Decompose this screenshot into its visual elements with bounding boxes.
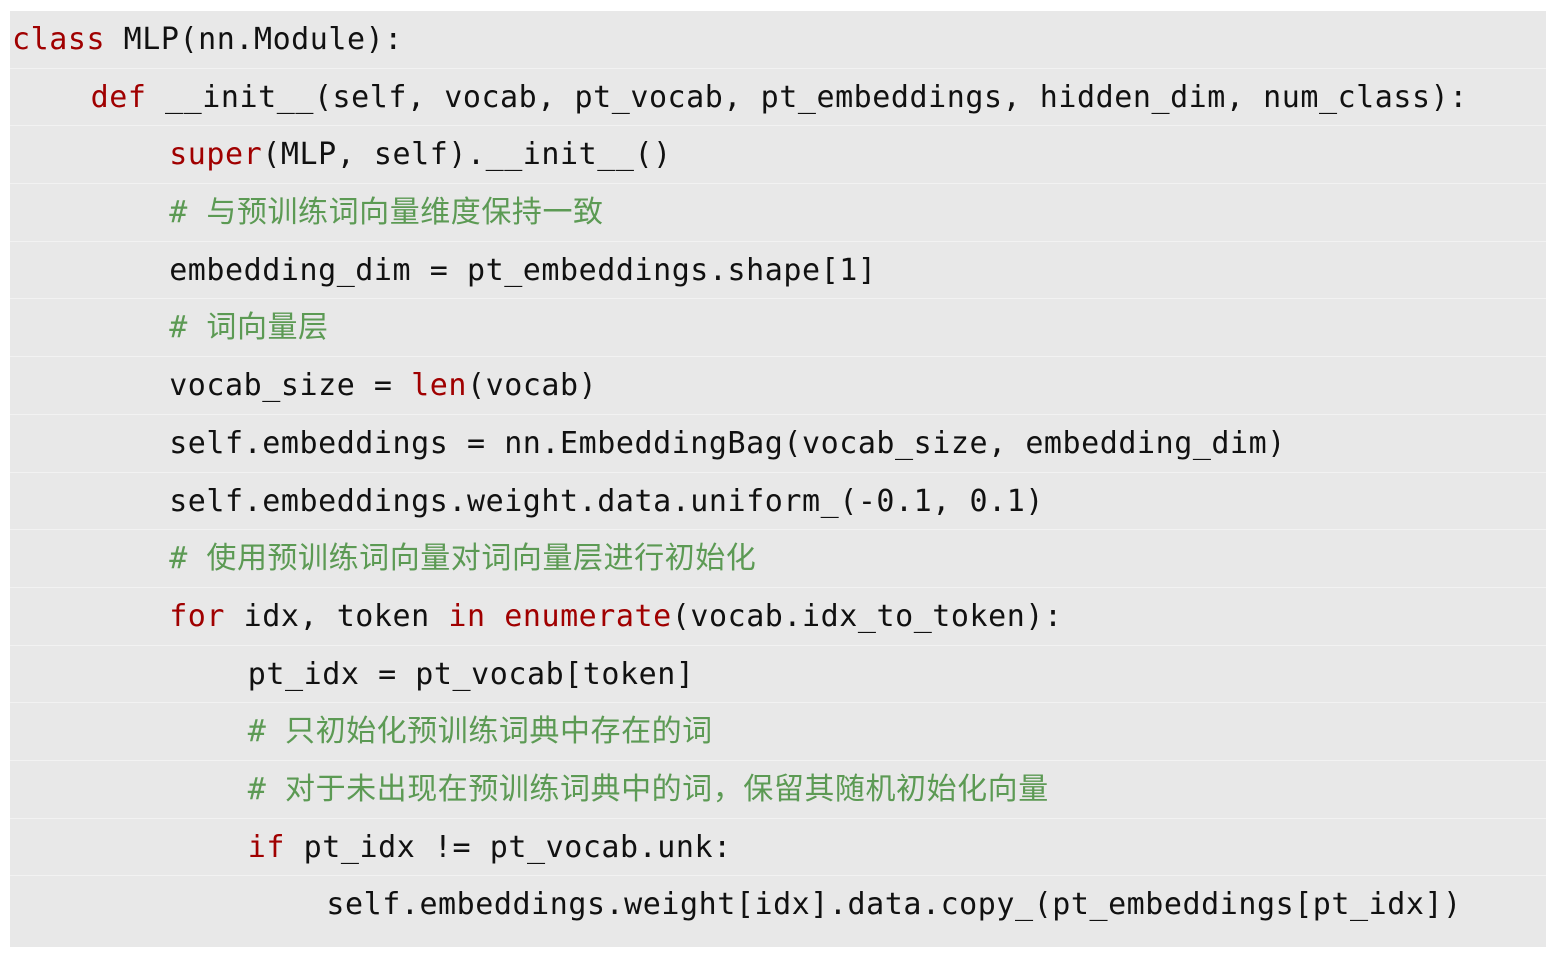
code-line: # 使用预训练词向量对词向量层进行初始化: [10, 530, 1546, 588]
code-text: MLP(nn.Module):: [105, 22, 403, 57]
code-line: class MLP(nn.Module):: [10, 11, 1546, 69]
code-text: self.embeddings.weight.data.uniform_(-0.…: [169, 483, 1044, 519]
code-text: (MLP, self).__init__(): [262, 137, 672, 173]
code-keyword: in: [448, 598, 486, 634]
code-keyword: class: [12, 22, 106, 57]
code-text: pt_idx = pt_vocab[token]: [247, 656, 695, 692]
code-keyword: for: [169, 598, 226, 634]
code-text: pt_idx != pt_vocab.unk:: [285, 829, 732, 865]
code-line: super(MLP, self).__init__(): [10, 126, 1546, 185]
code-line: embedding_dim = pt_embeddings.shape[1]: [10, 242, 1546, 300]
code-line: # 对于未出现在预训练词典中的词，保留其随机初始化向量: [10, 761, 1546, 819]
code-text: __init__(self, vocab, pt_vocab, pt_embed…: [146, 79, 1468, 115]
code-line: self.embeddings = nn.EmbeddingBag(vocab_…: [10, 415, 1546, 473]
code-line: for idx, token in enumerate(vocab.idx_to…: [10, 588, 1546, 646]
code-text: self.embeddings.weight[idx].data.copy_(p…: [326, 887, 1462, 923]
code-keyword: len: [411, 368, 467, 404]
code-line: self.embeddings.weight.data.uniform_(-0.…: [10, 473, 1546, 531]
code-line: def __init__(self, vocab, pt_vocab, pt_e…: [10, 69, 1546, 127]
code-text: idx, token: [225, 598, 449, 634]
code-comment: # 对于未出现在预训练词典中的词，保留其随机初始化向量: [247, 771, 1049, 807]
code-text: embedding_dim = pt_embeddings.shape[1]: [169, 252, 877, 288]
code-keyword: if: [247, 829, 286, 865]
code-line: pt_idx = pt_vocab[token]: [10, 646, 1546, 704]
code-text: vocab_size =: [169, 368, 412, 404]
code-comment: # 只初始化预训练词典中存在的词: [247, 714, 713, 750]
code-comment: # 词向量层: [169, 310, 329, 346]
code-keyword: def: [90, 79, 147, 115]
code-keyword: enumerate: [504, 598, 672, 634]
code-text: (vocab.idx_to_token):: [671, 598, 1063, 634]
code-line: if pt_idx != pt_vocab.unk:: [10, 819, 1546, 877]
code-comment: # 与预训练词向量维度保持一致: [169, 195, 604, 231]
code-line: self.embeddings.weight[idx].data.copy_(p…: [10, 876, 1546, 934]
code-line: vocab_size = len(vocab): [10, 357, 1546, 415]
code-line: # 词向量层: [10, 299, 1546, 358]
code-text: (vocab): [466, 368, 598, 404]
code-line: # 与预训练词向量维度保持一致: [10, 184, 1546, 242]
code-comment: # 使用预训练词向量对词向量层进行初始化: [169, 541, 757, 577]
code-keyword: super: [169, 137, 263, 173]
code-text: self.embeddings = nn.EmbeddingBag(vocab_…: [169, 425, 1286, 461]
code-block: class MLP(nn.Module): def __init__(self, …: [10, 11, 1546, 947]
code-line: # 只初始化预训练词典中存在的词: [10, 703, 1546, 761]
